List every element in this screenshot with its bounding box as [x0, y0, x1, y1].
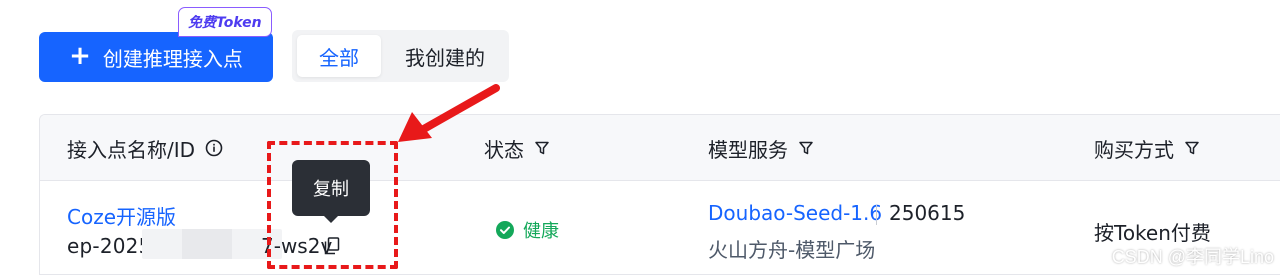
table-header: 接入点名称/ID 状态 模型服务 购买方式	[40, 115, 1280, 181]
status-badge: 健康	[496, 217, 559, 243]
filter-icon[interactable]	[1184, 140, 1200, 156]
model-platform: 火山方舟-模型广场	[708, 238, 876, 262]
model-version: 250615	[889, 201, 966, 225]
create-endpoint-button[interactable]: + 创建推理接入点	[39, 32, 273, 82]
create-endpoint-label: 创建推理接入点	[102, 46, 243, 71]
endpoint-name-link[interactable]: Coze开源版	[67, 201, 176, 230]
filter-tabs: 全部 我创建的	[292, 30, 509, 82]
annotation-arrow-icon	[398, 84, 500, 142]
status-label: 健康	[523, 221, 559, 242]
free-token-badge: 免费Token	[178, 7, 272, 37]
check-circle-icon	[496, 221, 514, 239]
model-name-link[interactable]: Doubao-Seed-1.6	[708, 201, 882, 225]
filter-icon[interactable]	[534, 140, 550, 156]
column-header-label: 模型服务	[708, 137, 788, 162]
tab-created-by-me[interactable]: 我创建的	[389, 35, 501, 77]
plus-icon: +	[69, 41, 91, 71]
purchase-method: 按Token付费	[1094, 221, 1211, 245]
info-icon[interactable]	[205, 139, 223, 157]
watermark: CSDN @李同学Lino	[1111, 247, 1274, 267]
filter-icon[interactable]	[798, 140, 814, 156]
column-header-purchase: 购买方式	[1094, 115, 1200, 181]
endpoint-id-prefix: ep-2025	[67, 234, 152, 258]
page: + 创建推理接入点 免费Token 全部 我创建的 接入点名称/ID 状态 模型…	[0, 0, 1280, 275]
tab-all[interactable]: 全部	[297, 35, 381, 77]
divider	[876, 205, 877, 225]
annotation-highlight-box	[267, 141, 398, 269]
column-header-name-id: 接入点名称/ID	[67, 115, 223, 181]
endpoints-table: 接入点名称/ID 状态 模型服务 购买方式 Coze开源版 ep-2025 7-…	[39, 114, 1280, 275]
column-header-model-service: 模型服务	[708, 115, 814, 181]
column-header-label: 购买方式	[1094, 137, 1174, 162]
column-header-label: 接入点名称/ID	[67, 137, 196, 162]
